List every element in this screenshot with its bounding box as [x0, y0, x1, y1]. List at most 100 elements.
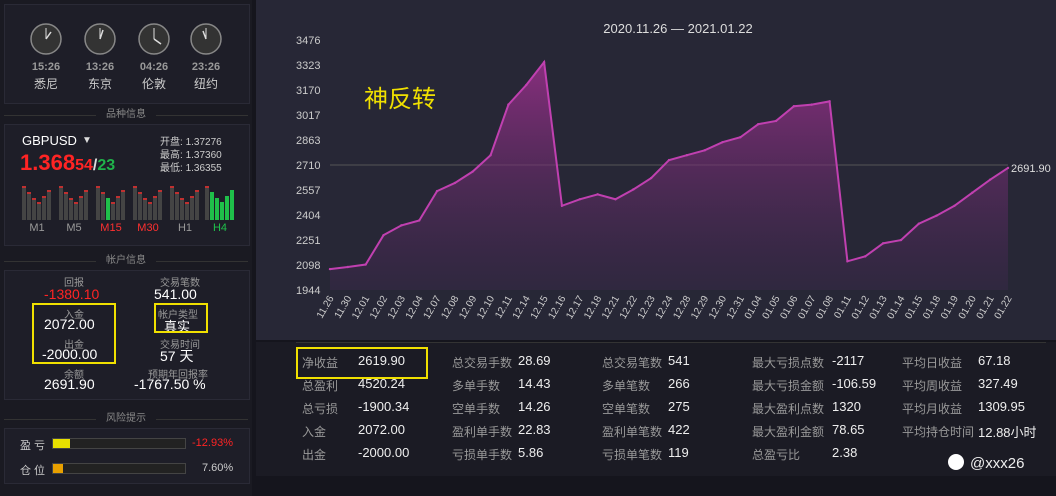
position-value: 7.60%: [202, 462, 234, 474]
y-tick-label: 2098: [296, 260, 320, 272]
section-title: 帐户信息: [96, 254, 156, 268]
stat-label: 平均日收益: [902, 356, 963, 370]
equity-point: [917, 222, 920, 225]
equity-point: [935, 214, 938, 217]
y-tick-label: 2404: [296, 210, 320, 222]
equity-point: [560, 204, 564, 207]
equity-point: [453, 181, 457, 185]
equity-point: [953, 204, 956, 207]
stat-label: 盈利单手数: [452, 425, 513, 439]
y-tick-label: 2710: [296, 160, 320, 172]
equity-point: [382, 233, 385, 237]
stat-label: 空单手数: [452, 402, 501, 416]
risk-fill: [53, 464, 64, 473]
equity-point: [685, 154, 689, 157]
equity-point: [899, 238, 903, 242]
equity-point: [988, 178, 992, 181]
clock-tokyo: 13:26 东京: [78, 22, 122, 92]
risk-fill: [53, 439, 71, 448]
equity-point: [864, 255, 867, 258]
equity-point: [489, 154, 492, 157]
stat-label: 最大盈利点数: [752, 402, 825, 416]
stat-value: 22.83: [518, 422, 551, 437]
section-header-account: 帐户信息: [0, 254, 252, 268]
stat-label: 平均周收益: [902, 379, 963, 393]
watermark-text: @xxx26: [970, 455, 1025, 472]
clock-city: 悉尼: [33, 77, 58, 91]
stats-divider: [296, 342, 1046, 343]
position-bar: [52, 463, 186, 474]
stat-label: 总盈亏比: [752, 448, 801, 462]
stat-label: 最大盈利金额: [752, 425, 825, 439]
equity-chart-panel: 2020.11.26 — 2021.01.22 3476 3323 3170 3017 2…: [256, 0, 1056, 340]
stat-label: 多单笔数: [602, 379, 651, 393]
y-tick-label: 3170: [296, 85, 320, 97]
stat-value: 67.18: [978, 353, 1011, 368]
stat-value: 12.88小时: [978, 425, 1037, 440]
stat-value: 1309.95: [978, 399, 1025, 414]
stat-label: 空单笔数: [602, 402, 651, 416]
clock-icon: [190, 23, 222, 55]
clock-icon: [30, 23, 62, 55]
symbol-dropdown-icon[interactable]: ▼: [82, 135, 92, 146]
stat-value: 327.49: [978, 376, 1018, 391]
timeframe-label-M15[interactable]: M15: [94, 222, 128, 234]
stat-value: 119: [668, 445, 689, 460]
clock-city: 东京: [87, 77, 112, 91]
equity-point: [614, 198, 617, 201]
symbol-price: 1.36854/23: [20, 150, 115, 176]
equity-point: [703, 149, 706, 152]
stat-value: 275: [668, 399, 690, 414]
stat-label: 总亏损: [302, 402, 339, 416]
stat-label: 平均持仓时间: [902, 425, 975, 439]
y-tick-label: 2557: [296, 185, 320, 197]
equity-point: [1006, 166, 1010, 170]
timeframe-label-M30[interactable]: M30: [131, 222, 165, 234]
equity-point: [578, 198, 581, 201]
equity-point: [542, 60, 546, 64]
equity-point: [632, 188, 635, 191]
price-bid-pips: 54: [75, 157, 93, 174]
balance-value: 2691.90: [44, 376, 95, 392]
timeframe-label-M5[interactable]: M5: [57, 222, 91, 234]
clock-time: 04:26: [139, 61, 169, 73]
clock-newyork: 23:26 纽约: [184, 22, 228, 92]
stat-value: 14.43: [518, 376, 551, 391]
clock-time: 13:26: [85, 61, 115, 73]
last-value-label: 2691.90: [1011, 163, 1051, 175]
equity-point: [596, 193, 599, 196]
timeframe-label-H1[interactable]: H1: [168, 222, 202, 234]
symbol-name: GBPUSD: [22, 133, 77, 148]
stat-value: 78.65: [832, 422, 865, 437]
section-header-symbol: 品种信息: [0, 108, 252, 122]
y-tick-label: 2251: [296, 235, 320, 247]
clock-icon: [84, 23, 116, 55]
stat-value: 1320: [832, 399, 861, 414]
equity-point: [346, 265, 350, 269]
x-tick-label: 01.08: [814, 294, 836, 322]
stat-value: 541: [668, 353, 690, 368]
low-label: 最低:: [160, 163, 183, 174]
stat-value: 266: [668, 376, 690, 391]
equity-point: [507, 103, 510, 106]
equity-point: [739, 136, 742, 139]
price-main: 1.368: [20, 150, 76, 175]
clock-icon: [138, 23, 170, 55]
x-tick-label: 01.22: [993, 294, 1015, 322]
timeframe-label-H4[interactable]: H4: [203, 222, 237, 234]
equity-point: [649, 176, 653, 180]
stat-value: -106.59: [832, 376, 877, 391]
stat-label: 多单手数: [452, 379, 501, 393]
stat-label: 最大亏损点数: [752, 356, 825, 370]
equity-point: [846, 260, 849, 263]
highlight-box: [32, 303, 116, 364]
stat-label: 亏损单笔数: [602, 448, 663, 462]
stat-label: 平均月收益: [902, 402, 963, 416]
clock-time: 23:26: [191, 61, 221, 73]
timeframe-label-M1[interactable]: M1: [20, 222, 54, 234]
highlight-box: [296, 347, 428, 379]
chart-annotation: 神反转: [364, 86, 436, 113]
stat-label: 总交易手数: [452, 356, 513, 370]
equity-point: [328, 267, 332, 271]
clock-city: 伦敦: [141, 77, 166, 91]
